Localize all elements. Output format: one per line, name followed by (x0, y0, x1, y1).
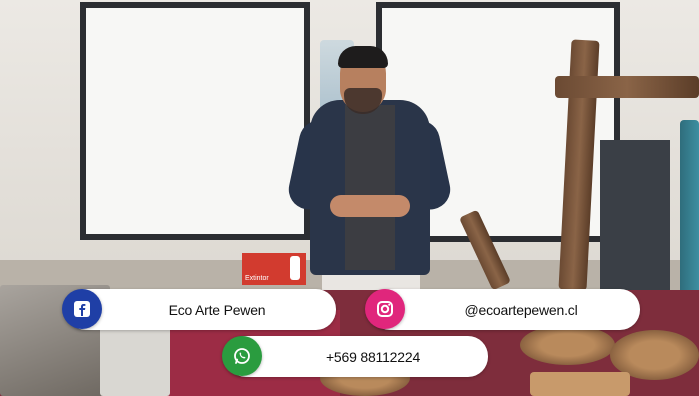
instagram-icon[interactable] (365, 289, 405, 329)
instagram-banner[interactable]: @ecoartepewen.cl (370, 289, 640, 330)
facebook-icon[interactable] (62, 289, 102, 329)
extinguisher-sign: Extintor (242, 253, 306, 285)
doorway (600, 140, 670, 300)
facebook-label: Eco Arte Pewen (168, 301, 266, 318)
whatsapp-banner[interactable]: +569 88112224 (226, 336, 488, 377)
extinguisher-sign-text: Extintor (245, 275, 269, 282)
wood-bowl (520, 325, 615, 365)
blue-fabric (680, 120, 699, 300)
presenter-shirt (345, 105, 395, 270)
window-left (80, 2, 310, 240)
wood-tray (530, 372, 630, 396)
instagram-label: @ecoartepewen.cl (464, 301, 578, 318)
whatsapp-label: +569 88112224 (325, 348, 421, 365)
presenter-hair (338, 46, 388, 68)
presenter-hands (330, 195, 410, 217)
facebook-banner[interactable]: Eco Arte Pewen (66, 289, 336, 330)
wood-sculpture-beam (555, 76, 699, 98)
whatsapp-icon[interactable] (222, 336, 262, 376)
extinguisher-icon (290, 256, 300, 280)
